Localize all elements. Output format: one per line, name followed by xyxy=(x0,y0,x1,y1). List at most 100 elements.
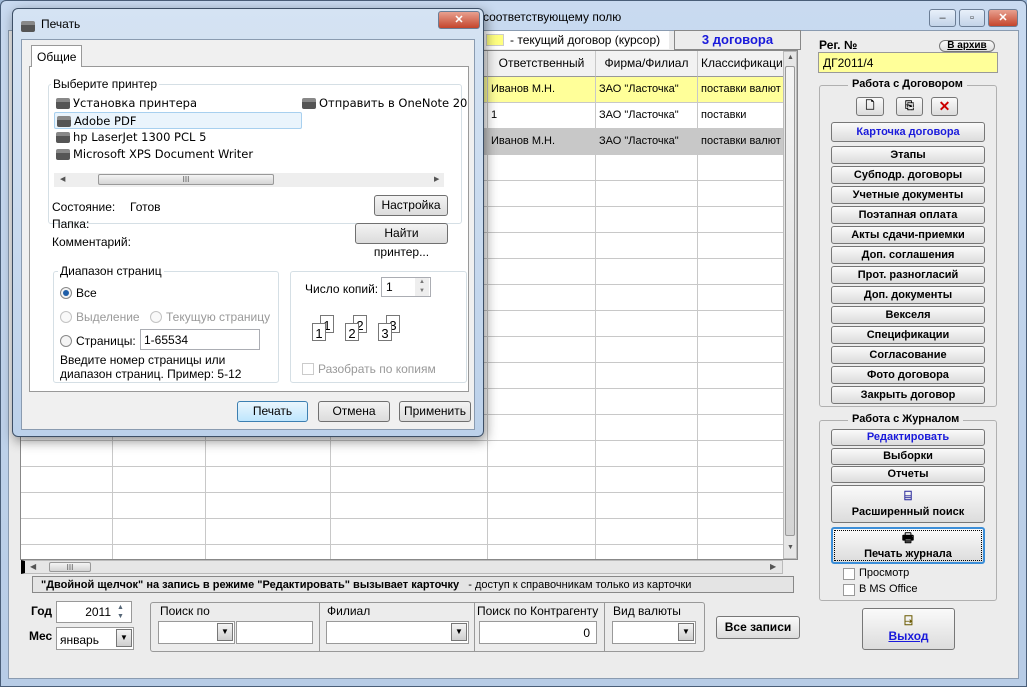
empty-cell[interactable] xyxy=(488,155,596,181)
contract-action-button[interactable]: Субподр. договоры xyxy=(831,166,985,184)
empty-cell[interactable] xyxy=(698,285,784,311)
empty-cell[interactable] xyxy=(488,207,596,233)
empty-cell[interactable] xyxy=(488,519,596,545)
empty-cell[interactable] xyxy=(698,155,784,181)
minimize-button[interactable]: ‒ xyxy=(929,9,956,27)
empty-cell[interactable] xyxy=(488,259,596,285)
empty-cell[interactable] xyxy=(698,441,784,467)
find-printer-button[interactable]: Найти принтер... xyxy=(355,223,448,259)
scroll-down-icon[interactable]: ▼ xyxy=(787,544,794,551)
empty-cell[interactable] xyxy=(488,311,596,337)
empty-cell[interactable] xyxy=(596,181,698,207)
empty-cell[interactable] xyxy=(331,467,488,493)
archive-button[interactable]: В архив xyxy=(939,40,995,52)
empty-cell[interactable] xyxy=(488,181,596,207)
empty-cell[interactable] xyxy=(21,545,113,559)
empty-cell[interactable] xyxy=(21,493,113,519)
contract-card-button[interactable]: Карточка договора xyxy=(831,122,985,142)
horizontal-scrollbar[interactable]: ◀ III ▶ xyxy=(21,560,783,574)
advanced-search-button[interactable]: ⌸ Расширенный поиск xyxy=(831,485,985,523)
preview-checkbox[interactable] xyxy=(843,568,855,580)
empty-cell[interactable] xyxy=(21,467,113,493)
empty-cell[interactable] xyxy=(488,363,596,389)
empty-cell[interactable] xyxy=(488,441,596,467)
empty-cell[interactable] xyxy=(331,493,488,519)
all-pages-radio[interactable] xyxy=(60,287,72,299)
empty-cell[interactable] xyxy=(206,441,331,467)
search-by-select[interactable]: ▼ xyxy=(158,621,235,644)
printer-item[interactable]: Установка принтера xyxy=(54,95,199,112)
column-header[interactable]: Фирма/Филиал xyxy=(596,51,698,77)
selections-button[interactable]: Выборки xyxy=(831,448,985,465)
horizontal-scroll-thumb[interactable]: III xyxy=(49,562,91,572)
contract-action-button[interactable]: Векселя xyxy=(831,306,985,324)
empty-cell[interactable] xyxy=(596,493,698,519)
pages-input[interactable]: 1-65534 xyxy=(140,329,260,350)
empty-cell[interactable] xyxy=(113,519,206,545)
table-cell[interactable]: ЗАО "Ласточка" xyxy=(596,77,698,103)
contract-action-button[interactable]: Поэтапная оплата xyxy=(831,206,985,224)
dialog-close-button[interactable]: ✕ xyxy=(438,11,480,29)
printer-item[interactable]: Отправить в OneNote 20 xyxy=(300,95,469,112)
empty-cell[interactable] xyxy=(698,467,784,493)
empty-cell[interactable] xyxy=(596,285,698,311)
empty-cell[interactable] xyxy=(596,467,698,493)
empty-cell[interactable] xyxy=(596,259,698,285)
empty-cell[interactable] xyxy=(698,389,784,415)
scroll-left-icon[interactable]: ◀ xyxy=(60,175,65,183)
empty-cell[interactable] xyxy=(698,259,784,285)
year-spinner[interactable]: ▲ ▼ xyxy=(117,603,129,621)
scroll-right-icon[interactable]: ▶ xyxy=(434,175,439,183)
empty-cell[interactable] xyxy=(488,467,596,493)
empty-cell[interactable] xyxy=(488,389,596,415)
empty-cell[interactable] xyxy=(698,207,784,233)
empty-cell[interactable] xyxy=(596,311,698,337)
scroll-left-icon[interactable]: ◀ xyxy=(30,562,36,571)
apply-button[interactable]: Применить xyxy=(399,401,471,422)
empty-cell[interactable] xyxy=(113,467,206,493)
empty-cell[interactable] xyxy=(698,311,784,337)
empty-cell[interactable] xyxy=(206,545,331,559)
empty-cell[interactable] xyxy=(331,519,488,545)
empty-cell[interactable] xyxy=(698,519,784,545)
contract-action-button[interactable]: Согласование xyxy=(831,346,985,364)
search-text-input[interactable] xyxy=(236,621,313,644)
column-header[interactable]: Ответственный xyxy=(488,51,596,77)
empty-cell[interactable] xyxy=(596,519,698,545)
empty-cell[interactable] xyxy=(698,337,784,363)
empty-cell[interactable] xyxy=(206,519,331,545)
chevron-down-icon[interactable]: ▼ xyxy=(678,623,694,641)
printer-item[interactable]: Adobe PDF xyxy=(54,112,302,129)
contract-action-button[interactable]: Закрыть договор xyxy=(831,386,985,404)
empty-cell[interactable] xyxy=(331,441,488,467)
empty-cell[interactable] xyxy=(596,337,698,363)
empty-cell[interactable] xyxy=(488,233,596,259)
empty-cell[interactable] xyxy=(698,415,784,441)
empty-cell[interactable] xyxy=(21,441,113,467)
print-button[interactable]: Печать xyxy=(237,401,308,422)
edit-button[interactable]: Редактировать xyxy=(831,429,985,446)
tab-general[interactable]: Общие xyxy=(31,45,82,67)
contract-action-button[interactable]: Спецификации xyxy=(831,326,985,344)
cancel-button[interactable]: Отмена xyxy=(318,401,390,422)
empty-cell[interactable] xyxy=(596,233,698,259)
table-cell[interactable]: поставки xyxy=(698,103,784,129)
empty-cell[interactable] xyxy=(113,441,206,467)
empty-cell[interactable] xyxy=(488,545,596,559)
empty-cell[interactable] xyxy=(596,155,698,181)
scroll-up-icon[interactable]: ▲ xyxy=(787,54,794,61)
branch-select[interactable]: ▼ xyxy=(326,621,469,644)
reg-number-field[interactable]: ДГ2011/4 xyxy=(818,52,998,73)
contract-action-button[interactable]: Фото договора xyxy=(831,366,985,384)
empty-cell[interactable] xyxy=(596,545,698,559)
contract-action-button[interactable]: Учетные документы xyxy=(831,186,985,204)
empty-cell[interactable] xyxy=(596,415,698,441)
month-select[interactable]: январь ▼ xyxy=(56,627,134,650)
empty-cell[interactable] xyxy=(698,545,784,559)
printer-list-scroll-thumb[interactable]: III xyxy=(98,174,274,185)
printer-item[interactable]: Microsoft XPS Document Writer xyxy=(54,146,255,163)
vertical-scroll-thumb[interactable] xyxy=(785,66,795,536)
table-cell[interactable]: Иванов М.Н. xyxy=(488,77,596,103)
exit-button[interactable]: ⍈ Выход xyxy=(862,608,955,650)
all-records-button[interactable]: Все записи xyxy=(716,616,800,639)
